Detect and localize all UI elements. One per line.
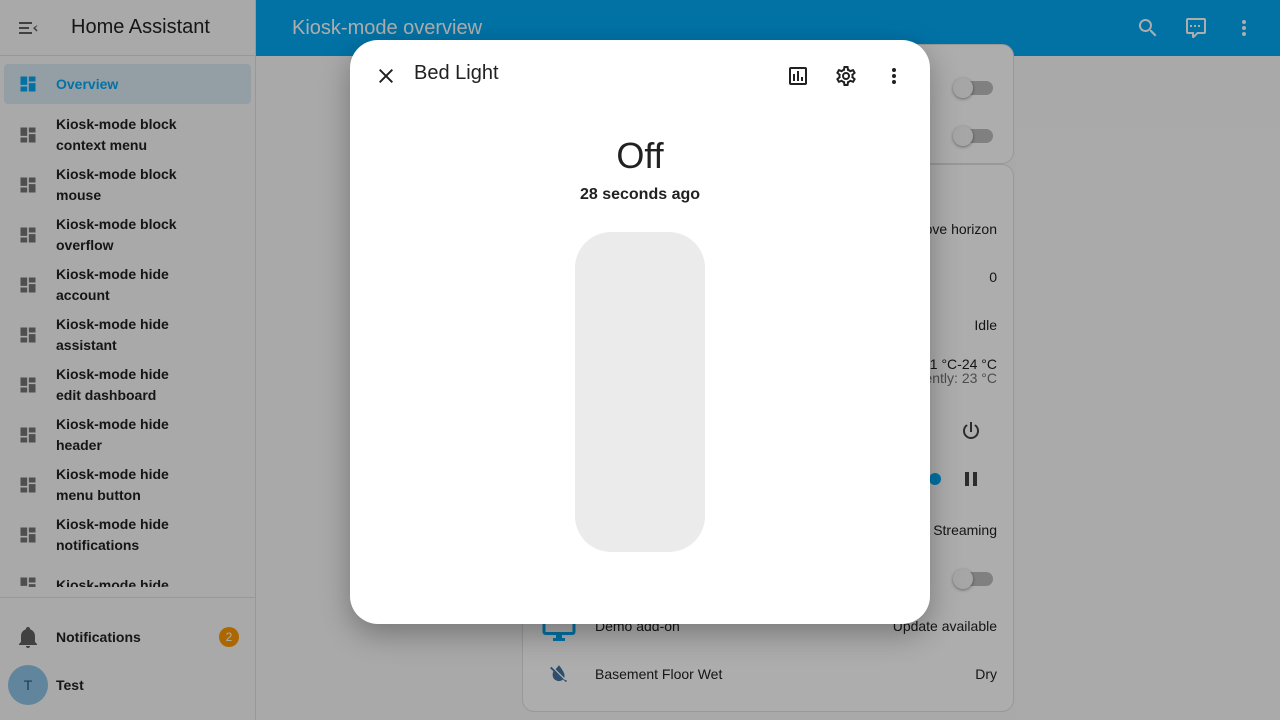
last-changed: 28 seconds ago bbox=[579, 186, 701, 203]
chart-box-icon bbox=[789, 67, 807, 85]
close-icon bbox=[379, 69, 393, 83]
more-info-dialog: Bed Light Off 28 seconds ago bbox=[350, 40, 930, 624]
settings-button[interactable] bbox=[822, 52, 870, 100]
history-button[interactable] bbox=[774, 52, 822, 100]
dots-vertical-icon bbox=[892, 68, 896, 84]
entity-state: Off bbox=[616, 135, 664, 176]
brightness-slider[interactable] bbox=[575, 232, 705, 552]
dialog-overflow-button[interactable] bbox=[870, 52, 918, 100]
dialog-title: Bed Light bbox=[414, 62, 499, 84]
close-button[interactable] bbox=[362, 52, 410, 100]
gear-icon bbox=[836, 66, 856, 86]
